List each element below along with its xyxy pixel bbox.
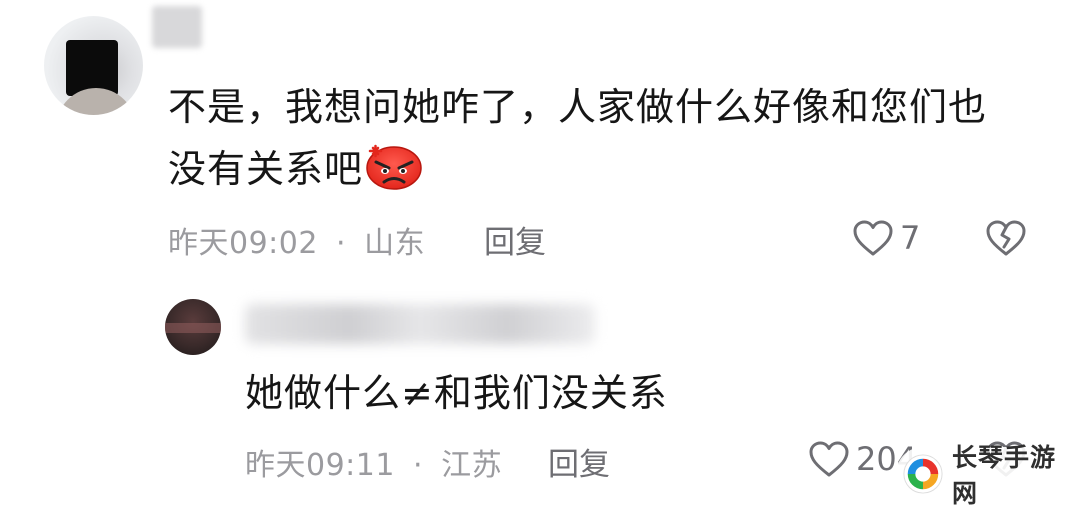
reply-button[interactable]: 回复 <box>548 439 610 484</box>
broken-heart-icon <box>986 220 1026 256</box>
heart-outline-icon <box>853 220 893 256</box>
reply-button[interactable]: 回复 <box>484 217 546 262</box>
comment-time: 昨天09:02 <box>168 226 318 261</box>
blurred-username[interactable] <box>152 6 202 48</box>
watermark-logo-icon <box>903 454 943 494</box>
meta-separator: · <box>413 448 424 483</box>
comment-meta: 昨天09:02 · 山东 <box>168 218 425 262</box>
avatar[interactable] <box>44 16 143 115</box>
reply-location: 江苏 <box>441 448 503 483</box>
dislike-button[interactable] <box>985 219 1027 261</box>
meta-separator: · <box>336 226 347 261</box>
like-count: 7 <box>900 219 921 257</box>
comment-text-line-2: 没有关系吧 <box>168 147 364 191</box>
heart-outline-icon <box>809 441 849 477</box>
angry-face-emoji <box>365 142 423 190</box>
blurred-username[interactable] <box>245 304 595 344</box>
like-button[interactable]: 7 <box>852 219 920 257</box>
reply-meta: 昨天09:11 · 江苏 <box>245 440 502 484</box>
comment-text: 不是，我想问她咋了，人家做什么好像和您们也 没有关系吧 <box>168 76 1048 200</box>
watermark-text: 长琴手游网 <box>951 443 1056 508</box>
reply-comment-text: 她做什么≠和我们没关系 <box>245 371 668 415</box>
reply-avatar[interactable] <box>165 299 221 355</box>
site-watermark: 长琴手游网 <box>896 443 1076 508</box>
comment-text-line-1: 不是，我想问她咋了，人家做什么好像和您们也 <box>168 85 988 129</box>
reply-time: 昨天09:11 <box>245 448 395 483</box>
comment-location: 山东 <box>364 226 426 261</box>
